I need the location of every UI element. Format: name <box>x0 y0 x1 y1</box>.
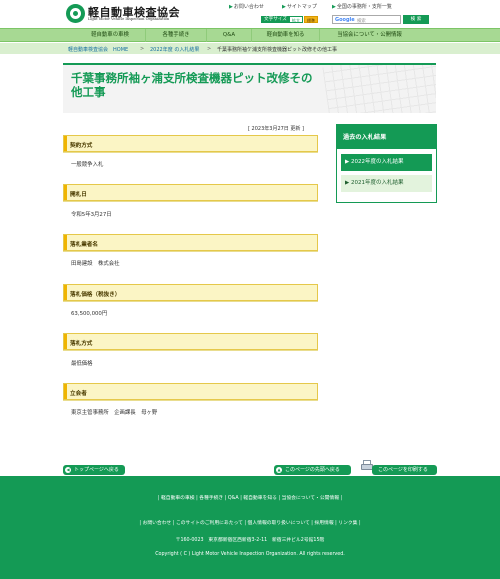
nav-item-organization[interactable]: 当協会について・公開情報 <box>319 29 419 42</box>
page-top-button[interactable]: ▲ このページの先頭へ戻る <box>274 465 351 475</box>
heading-accent <box>64 334 67 349</box>
heading-accent <box>64 136 67 151</box>
page-title: 千葉事務所袖ヶ浦支所検査機器ピット改修その他工事 <box>71 71 313 99</box>
updated-date: [ 2023年3月27日 更新 ] <box>248 126 304 132</box>
section-value-price: 63,500,000円 <box>71 311 108 317</box>
sidebar-item-2021[interactable]: ▶ 2021年度の入札結果 <box>341 175 432 192</box>
sidebar-past-results: 過去の入札結果 ▶ 2022年度の入札結果 ▶ 2021年度の入札結果 <box>336 124 437 203</box>
heading-accent <box>64 285 67 300</box>
search-placeholder: 検索 <box>357 18 366 24</box>
arrow-icon: ▶ <box>282 4 286 10</box>
title-panel: 千葉事務所袖ヶ浦支所検査機器ピット改修その他工事 <box>63 63 436 113</box>
contact-link[interactable]: ▶お問い合わせ <box>229 3 264 10</box>
section-heading-award-method: 落札方式 <box>63 333 318 350</box>
section-heading-witness: 立会者 <box>63 383 318 400</box>
section-value-winner: 田島建設 株式会社 <box>71 261 120 267</box>
site-footer: | 軽自動車の車検 | 各種手続き | Q&A | 軽自動車を知る | 当協会に… <box>0 476 500 579</box>
heading-accent <box>64 235 67 250</box>
breadcrumb: 軽自動車検査協会 HOME > 2022年度 の入札結果 > 千葉事務所袖ケ浦支… <box>0 43 500 54</box>
arrow-up-icon: ▲ <box>276 467 282 473</box>
heading-accent <box>64 384 67 399</box>
section-heading-opening-date: 開札日 <box>63 184 318 201</box>
search-input[interactable]: Google 検索 <box>332 15 401 24</box>
arrow-icon: ▶ <box>229 4 233 10</box>
footer-nav[interactable]: | 軽自動車の車検 | 各種手続き | Q&A | 軽自動車を知る | 当協会に… <box>0 494 500 501</box>
footer-copyright: Copyright ( C ) Light Motor Vehicle Insp… <box>155 552 345 557</box>
global-nav: 軽自動車の車検 各種手続き Q&A 軽自動車を知る 当協会について・公開情報 <box>0 28 500 42</box>
footer-sub-nav[interactable]: | お問い合わせ | このサイトのご利用にあたって | 個人情報の取り扱いについ… <box>0 519 500 526</box>
breadcrumb-home[interactable]: 軽自動車検査協会 HOME <box>68 46 128 53</box>
logo-emblem-icon <box>66 4 85 23</box>
breadcrumb-separator: > <box>140 45 145 52</box>
logo-subtext: Light Motor Vehicle Inspection Organizat… <box>88 17 170 21</box>
section-heading-price: 落札価格（税抜き） <box>63 284 318 301</box>
nav-item-inspection[interactable]: 軽自動車の車検 <box>75 29 145 42</box>
search-button[interactable]: 検 索 <box>403 15 429 24</box>
heading-accent <box>64 185 67 200</box>
decorative-pattern <box>322 65 436 113</box>
font-size-large-button[interactable]: 拡大 <box>289 16 303 23</box>
font-size-standard-button[interactable]: 標準 <box>304 16 318 23</box>
nav-item-procedures[interactable]: 各種手続き <box>145 29 206 42</box>
breadcrumb-year[interactable]: 2022年度 の入札結果 <box>150 46 199 53</box>
section-value-award-method: 最低価格 <box>71 361 93 367</box>
section-heading-contract-type: 契約方式 <box>63 135 318 152</box>
google-logo: Google <box>335 17 355 23</box>
nav-item-about-kei[interactable]: 軽自動車を知る <box>251 29 319 42</box>
back-to-top-page-button[interactable]: ◀ トップページへ戻る <box>63 465 125 475</box>
sitemap-link[interactable]: ▶サイトマップ <box>282 3 317 10</box>
offices-link[interactable]: ▶全国の事務所・支所一覧 <box>332 3 392 10</box>
section-value-opening-date: 令和5年3月27日 <box>71 212 112 218</box>
arrow-icon: ▶ <box>332 4 336 10</box>
section-value-contract-type: 一般競争入札 <box>71 162 104 168</box>
sidebar-title: 過去の入札結果 <box>337 125 436 149</box>
footer-address: 〒160-0023 東京都新宿区西新宿3-2-11 新宿三井ビル2号館15階 <box>175 538 325 543</box>
font-size-label: 文字サイズ <box>261 16 290 23</box>
arrow-left-icon: ◀ <box>65 467 71 473</box>
site-logo[interactable]: 軽自動車検査協会 Light Motor Vehicle Inspection … <box>66 4 180 24</box>
breadcrumb-separator: > <box>207 45 212 52</box>
print-page-button[interactable]: このページを印刷する <box>372 465 437 475</box>
nav-item-qa[interactable]: Q&A <box>206 29 251 42</box>
breadcrumb-current: 千葉事務所袖ケ浦支所検査機器ピット改修その他工事 <box>217 46 338 53</box>
section-value-witness: 東京主管事務所 企画課長 母ヶ野 <box>71 410 158 416</box>
section-heading-winner: 落札業者名 <box>63 234 318 251</box>
sidebar-item-2022[interactable]: ▶ 2022年度の入札結果 <box>341 154 432 171</box>
site-header: 軽自動車検査協会 Light Motor Vehicle Inspection … <box>0 0 500 28</box>
